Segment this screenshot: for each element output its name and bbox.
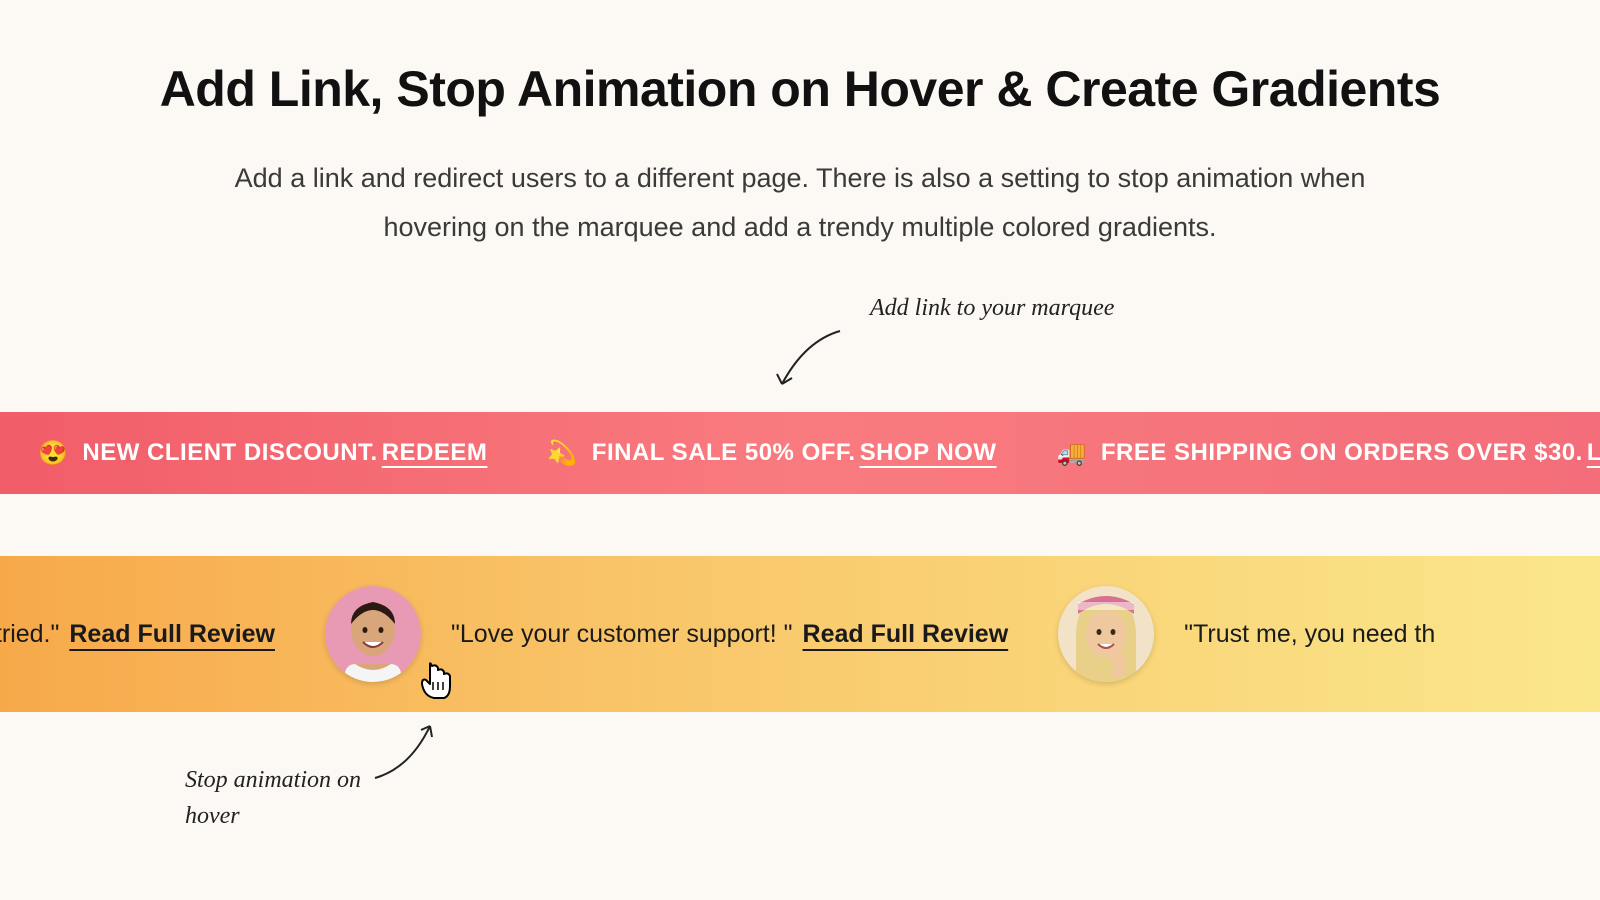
review-link[interactable]: Read Full Review	[69, 620, 275, 649]
review-item: ral deodorant I've ever tried." Read Ful…	[0, 620, 275, 649]
marquee-promo-bar[interactable]: 😍 NEW CLIENT DISCOUNT. REDEEM 💫 FINAL SA…	[0, 412, 1600, 494]
hero-section: Add Link, Stop Animation on Hover & Crea…	[0, 0, 1600, 251]
promo-item: 😍 NEW CLIENT DISCOUNT. REDEEM	[38, 439, 487, 468]
promo-link-learn-more[interactable]: LEARN MORE	[1587, 439, 1600, 467]
promo-text: FREE SHIPPING ON ORDERS OVER $30.	[1101, 439, 1583, 467]
avatar	[1058, 586, 1154, 682]
marquee-reviews-bar[interactable]: ral deodorant I've ever tried." Read Ful…	[0, 556, 1600, 712]
truck-icon: 🚚	[1056, 439, 1086, 468]
promo-text: FINAL SALE 50% OFF.	[592, 439, 856, 467]
annotation-add-link: Add link to your marquee	[870, 290, 1130, 326]
review-quote: "Trust me, you need th	[1184, 620, 1435, 649]
arrow-icon	[370, 716, 450, 786]
promo-text: NEW CLIENT DISCOUNT.	[82, 439, 377, 467]
review-quote: "Love your customer support! "	[451, 620, 793, 649]
review-link[interactable]: Read Full Review	[803, 620, 1009, 649]
promo-item: 💫 FINAL SALE 50% OFF. SHOP NOW	[547, 439, 996, 468]
review-quote: ral deodorant I've ever tried."	[0, 620, 59, 649]
review-item: "Love your customer support! " Read Full…	[325, 586, 1008, 682]
page-title: Add Link, Stop Animation on Hover & Crea…	[0, 60, 1600, 118]
promo-item: 🚚 FREE SHIPPING ON ORDERS OVER $30. LEAR…	[1056, 439, 1600, 468]
page-subtitle: Add a link and redirect users to a diffe…	[200, 154, 1400, 251]
promo-link-shop-now[interactable]: SHOP NOW	[860, 439, 997, 467]
heart-eyes-icon: 😍	[38, 439, 68, 468]
promo-link-redeem[interactable]: REDEEM	[382, 439, 488, 467]
avatar	[325, 586, 421, 682]
sparkle-icon: 💫	[547, 439, 577, 468]
arrow-icon	[770, 326, 850, 396]
review-item: "Trust me, you need th	[1058, 586, 1445, 682]
